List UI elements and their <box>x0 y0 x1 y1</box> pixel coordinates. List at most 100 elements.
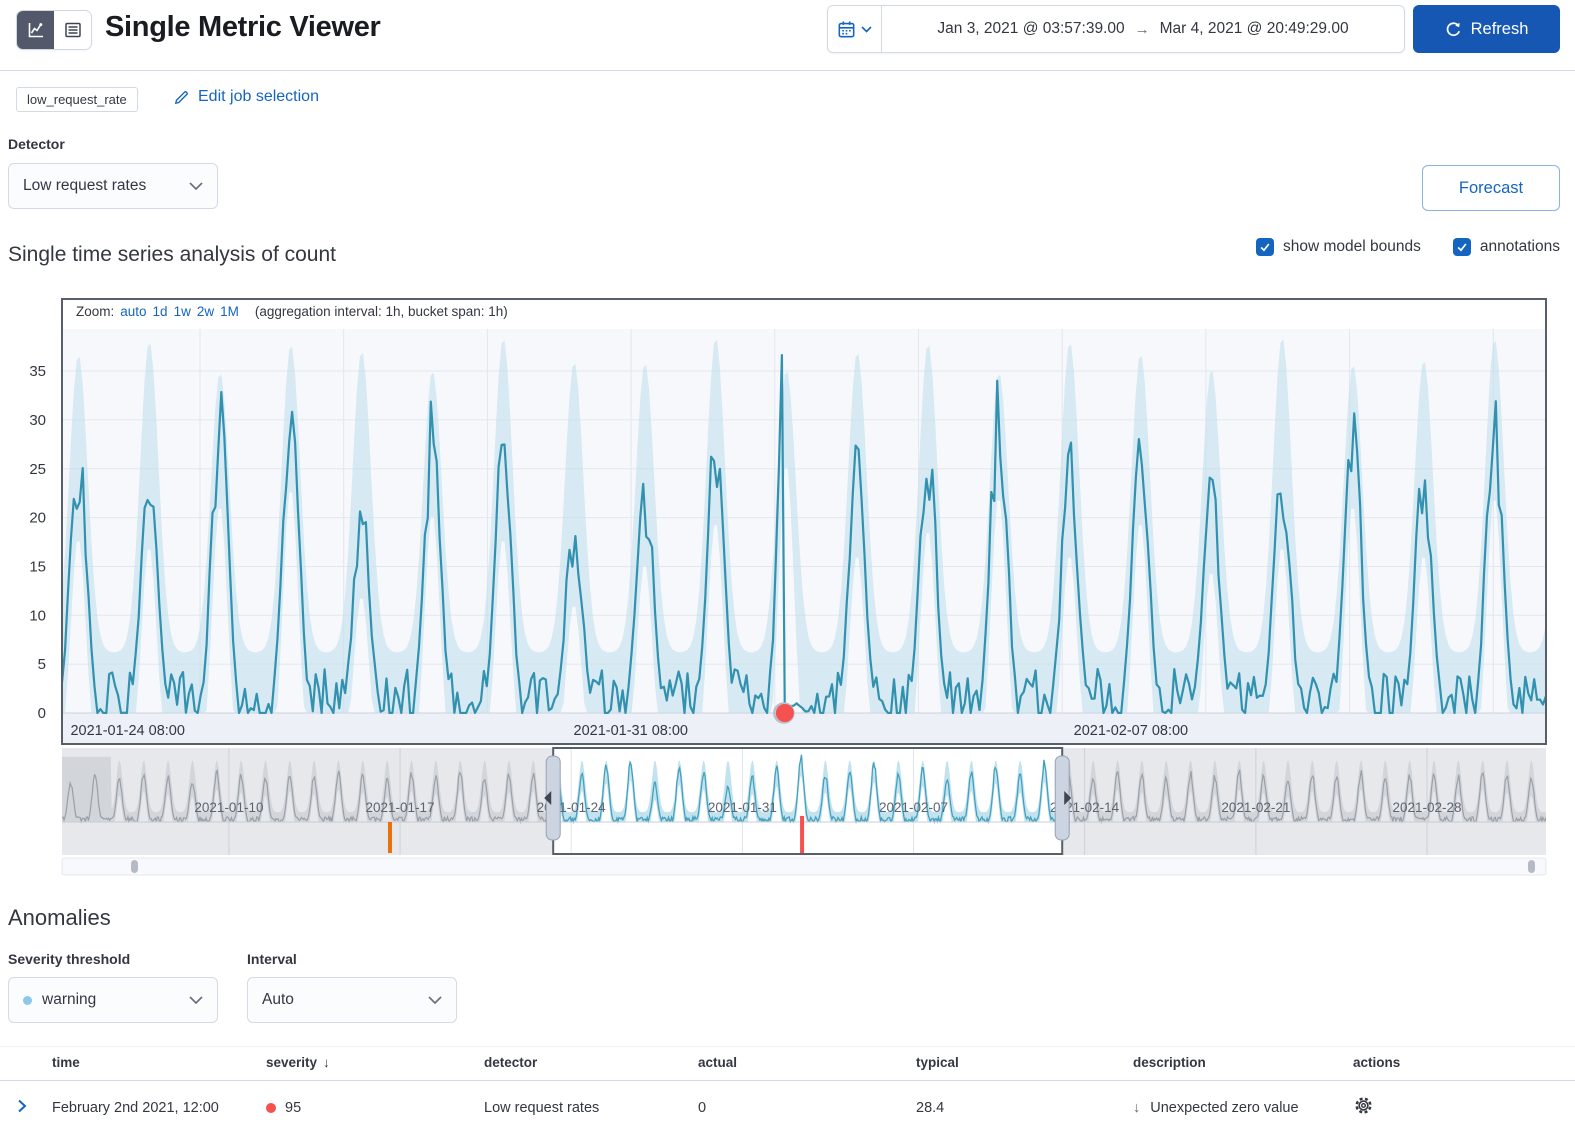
zoom-link-auto[interactable]: auto <box>120 304 146 319</box>
date-range-display[interactable]: Jan 3, 2021 @ 03:57:39.00 → Mar 4, 2021 … <box>882 6 1404 52</box>
date-range-arrow-icon: → <box>1135 21 1150 38</box>
svg-text:2021-02-07 08:00: 2021-02-07 08:00 <box>1074 723 1189 739</box>
chevron-down-icon <box>189 996 203 1004</box>
annotations-checkbox[interactable]: annotations <box>1453 238 1560 256</box>
svg-text:2021-02-07: 2021-02-07 <box>879 800 948 815</box>
refresh-label: Refresh <box>1471 20 1529 39</box>
show-model-bounds-label: show model bounds <box>1283 238 1421 256</box>
forecast-button[interactable]: Forecast <box>1422 165 1560 211</box>
date-range-end: Mar 4, 2021 @ 20:49:29.00 <box>1160 20 1349 38</box>
job-id-badge: low_request_rate <box>16 87 138 112</box>
anomaly-table-row: February 2nd 2021, 12:00 95 Low request … <box>0 1081 1575 1126</box>
zoom-prefix: Zoom: <box>76 304 114 319</box>
zoom-link-1w[interactable]: 1w <box>174 304 191 319</box>
context-scrollbar-track[interactable] <box>62 858 1546 875</box>
chevron-down-icon <box>428 996 442 1004</box>
zoom-link-1M[interactable]: 1M <box>220 304 239 319</box>
annotations-label: annotations <box>1480 238 1560 256</box>
anomaly-marker-dot[interactable] <box>776 704 794 722</box>
severity-threshold-label: Severity threshold <box>8 951 130 967</box>
severity-threshold-select[interactable]: warning <box>8 977 218 1023</box>
actions-column-header: actions <box>1345 1047 1575 1081</box>
anomaly-detector-cell: Low request rates <box>476 1081 690 1126</box>
anomaly-actions-cell <box>1345 1081 1575 1126</box>
chevron-down-icon <box>189 182 203 190</box>
annotation-marker-critical[interactable] <box>800 816 804 854</box>
gear-icon <box>1353 1095 1374 1116</box>
interval-select[interactable]: Auto <box>247 977 457 1023</box>
date-picker-menu-button[interactable] <box>828 6 882 52</box>
svg-text:2021-01-10: 2021-01-10 <box>194 800 263 815</box>
edit-job-selection-link[interactable]: Edit job selection <box>173 88 319 106</box>
zoom-link-2w[interactable]: 2w <box>197 304 214 319</box>
chevron-right-icon <box>15 1098 29 1114</box>
actual-column-header[interactable]: actual <box>690 1047 908 1081</box>
detector-column-header[interactable]: detector <box>476 1047 690 1081</box>
interval-label: Interval <box>247 951 297 967</box>
interval-value: Auto <box>262 991 294 1009</box>
zoom-controls: Zoom: auto 1d 1w 2w 1M (aggregation inte… <box>76 304 508 319</box>
page-title: Single Metric Viewer <box>105 11 381 44</box>
detector-label: Detector <box>8 136 65 152</box>
time-column-header[interactable]: time <box>44 1047 258 1081</box>
scrollbar-thumb-left[interactable] <box>131 860 138 873</box>
anomaly-typical-cell: 28.4 <box>908 1081 1125 1126</box>
refresh-icon <box>1445 21 1462 38</box>
header-divider <box>0 70 1575 71</box>
row-expand-button[interactable] <box>13 1096 31 1119</box>
zoom-link-1d[interactable]: 1d <box>153 304 168 319</box>
refresh-button[interactable]: Refresh <box>1413 5 1560 53</box>
line-chart-icon <box>26 20 46 40</box>
pencil-icon <box>173 89 190 106</box>
detector-value: Low request rates <box>23 177 146 195</box>
chevron-down-icon <box>861 26 872 33</box>
sort-descending-icon: ↓ <box>323 1055 330 1070</box>
calendar-icon <box>837 20 856 39</box>
anomalies-table: time severity↓ detector actual typical d… <box>0 1046 1575 1126</box>
svg-text:30: 30 <box>29 412 46 429</box>
row-actions-gear-button[interactable] <box>1353 1095 1374 1119</box>
single-metric-viewer-page: Single Metric Viewer Jan 3, 2021 @ 03:57… <box>0 0 1575 1126</box>
scrollbar-thumb-right[interactable] <box>1528 860 1535 873</box>
date-range-picker: Jan 3, 2021 @ 03:57:39.00 → Mar 4, 2021 … <box>827 5 1405 53</box>
svg-text:2021-01-24 08:00: 2021-01-24 08:00 <box>70 723 184 739</box>
anomaly-description-cell: ↓Unexpected zero value <box>1125 1081 1345 1126</box>
typical-column-header[interactable]: typical <box>908 1047 1125 1081</box>
svg-text:15: 15 <box>29 558 46 575</box>
svg-text:2021-01-31: 2021-01-31 <box>708 800 777 815</box>
anomaly-time-cell: February 2nd 2021, 12:00 <box>44 1081 258 1126</box>
aggregation-note: (aggregation interval: 1h, bucket span: … <box>255 304 508 319</box>
arrow-down-icon: ↓ <box>1133 1100 1140 1116</box>
svg-text:2021-01-31 08:00: 2021-01-31 08:00 <box>574 723 689 739</box>
severity-column-header[interactable]: severity↓ <box>258 1047 476 1081</box>
description-column-header[interactable]: description <box>1125 1047 1345 1081</box>
edit-job-selection-label: Edit job selection <box>198 88 319 106</box>
severity-threshold-value: warning <box>42 991 96 1009</box>
anomaly-severity-cell: 95 <box>258 1081 476 1126</box>
focus-x-axis-band <box>63 713 1545 743</box>
detector-select[interactable]: Low request rates <box>8 163 218 209</box>
anomaly-actual-cell: 0 <box>690 1081 908 1126</box>
annotation-marker-warning[interactable] <box>388 822 392 853</box>
svg-text:25: 25 <box>29 461 46 478</box>
table-view-toggle-button[interactable] <box>54 11 91 49</box>
timeseries-chart: 0 5 10 15 20 25 30 35 2021-01-24 08:00 2021-01-31… <box>0 298 1575 880</box>
svg-text:0: 0 <box>38 705 46 722</box>
svg-text:10: 10 <box>29 607 46 624</box>
view-toggle-group <box>16 10 92 50</box>
chart-options: show model bounds annotations <box>1256 238 1560 256</box>
checkbox-checked-icon <box>1256 238 1274 256</box>
svg-text:35: 35 <box>29 363 46 380</box>
svg-text:20: 20 <box>29 510 46 527</box>
series-section-title: Single time series analysis of count <box>8 243 336 267</box>
table-view-icon <box>63 20 83 40</box>
chart-view-toggle-button[interactable] <box>17 11 54 49</box>
checkbox-checked-icon <box>1453 238 1471 256</box>
show-model-bounds-checkbox[interactable]: show model bounds <box>1256 238 1421 256</box>
svg-text:5: 5 <box>38 656 46 673</box>
critical-severity-dot <box>266 1103 276 1113</box>
warning-severity-dot <box>23 996 32 1005</box>
date-range-start: Jan 3, 2021 @ 03:57:39.00 <box>937 20 1124 38</box>
svg-text:2021-02-28: 2021-02-28 <box>1392 800 1461 815</box>
anomalies-title: Anomalies <box>8 905 111 931</box>
